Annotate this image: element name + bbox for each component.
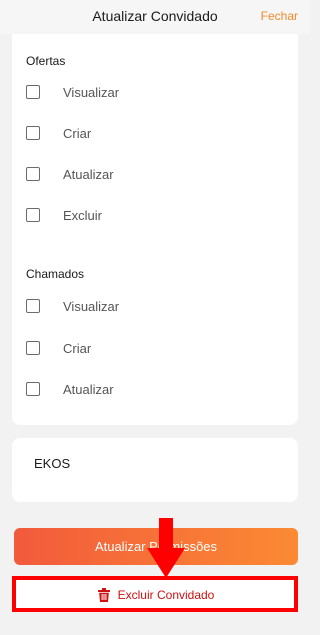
permission-ofertas-excluir[interactable]: Excluir [26, 205, 266, 225]
annotation-arrow-down-icon [147, 518, 185, 578]
permission-chamados-visualizar[interactable]: Visualizar [26, 296, 266, 316]
trash-icon [97, 588, 110, 602]
permission-ofertas-visualizar[interactable]: Visualizar [26, 82, 266, 102]
checkbox[interactable] [26, 341, 40, 355]
permission-ofertas-atualizar[interactable]: Atualizar [26, 164, 266, 184]
ekos-card[interactable]: EKOS [12, 438, 298, 502]
permission-label: Criar [63, 340, 92, 356]
section-title-ofertas: Ofertas [26, 54, 66, 68]
permissions-card: Ofertas Visualizar Criar Atualizar Exclu… [12, 34, 298, 425]
checkbox[interactable] [26, 167, 40, 181]
permission-label: Atualizar [63, 166, 114, 182]
permission-label: Visualizar [63, 298, 120, 314]
delete-guest-label: Excluir Convidado [117, 588, 215, 602]
permission-label: Visualizar [63, 84, 120, 100]
ekos-label: EKOS [34, 456, 71, 471]
permission-chamados-atualizar[interactable]: Atualizar [26, 379, 266, 399]
checkbox[interactable] [26, 208, 40, 222]
checkbox[interactable] [26, 85, 40, 99]
permission-ofertas-criar[interactable]: Criar [26, 123, 266, 143]
checkbox[interactable] [26, 382, 40, 396]
header: Atualizar Convidado Fechar [0, 0, 310, 34]
close-button[interactable]: Fechar [261, 9, 298, 23]
delete-guest-button[interactable]: Excluir Convidado [16, 580, 296, 610]
section-title-chamados: Chamados [26, 267, 85, 281]
permission-chamados-criar[interactable]: Criar [26, 338, 266, 358]
permission-label: Excluir [63, 207, 103, 223]
permission-label: Atualizar [63, 381, 114, 397]
checkbox[interactable] [26, 126, 40, 140]
permission-label: Criar [63, 125, 92, 141]
checkbox[interactable] [26, 299, 40, 313]
